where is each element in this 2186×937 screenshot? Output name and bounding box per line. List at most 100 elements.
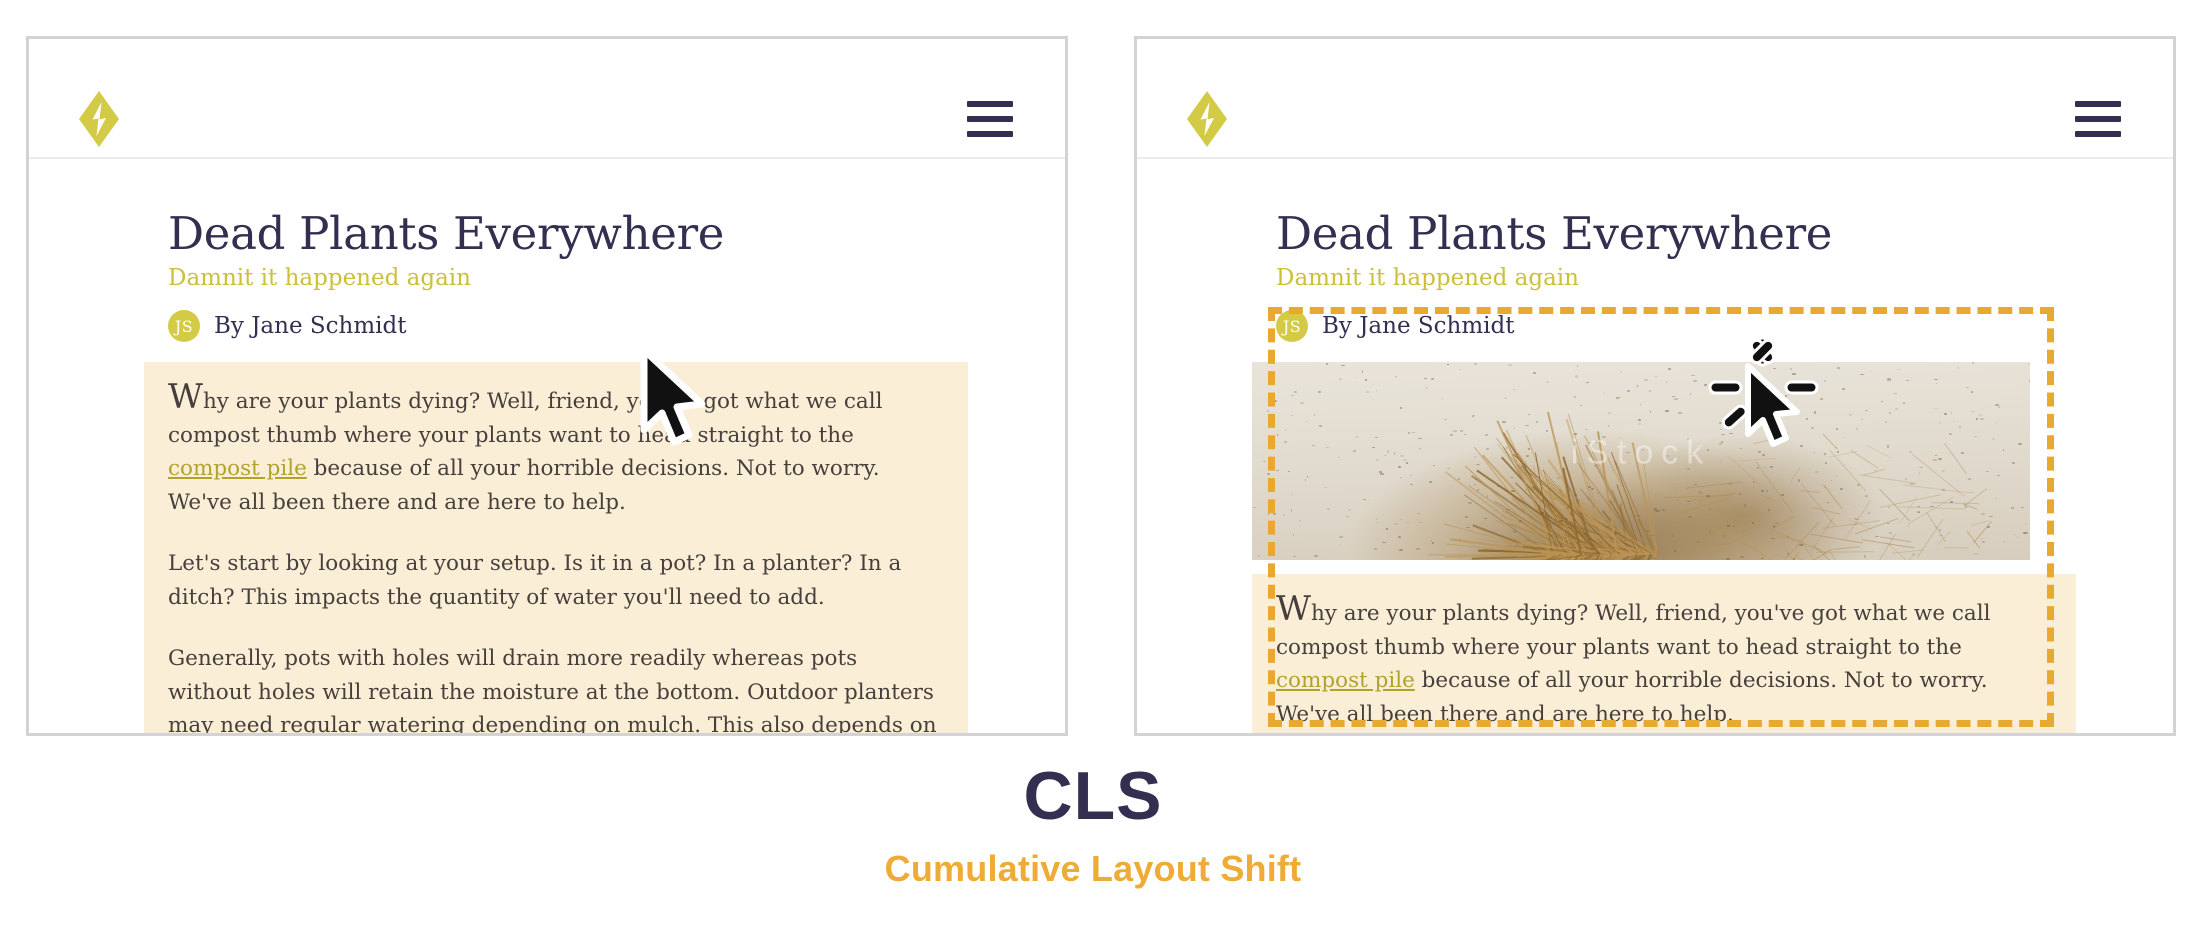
byline-author: By Jane Schmidt xyxy=(1322,313,1514,339)
avatar: JS xyxy=(1276,310,1308,342)
hamburger-bar xyxy=(967,116,1013,122)
diamond-bolt-logo-icon[interactable] xyxy=(79,91,119,147)
ground-speck xyxy=(1394,523,1397,525)
arrow-cursor-icon xyxy=(636,346,710,450)
ground-speck xyxy=(1781,494,1784,496)
browser-panel-after: Dead Plants Everywhere Damnit it happene… xyxy=(1134,36,2176,736)
ground-speck xyxy=(1968,478,1972,480)
compost-pile-link[interactable]: compost pile xyxy=(1276,668,1415,693)
ground-speck xyxy=(1801,544,1803,545)
hamburger-menu-icon[interactable] xyxy=(2075,101,2121,137)
ground-speck xyxy=(1474,363,1477,365)
ground-speck xyxy=(1646,530,1650,532)
ground-speck xyxy=(1591,488,1594,490)
ground-speck xyxy=(1376,522,1379,523)
ground-speck xyxy=(1513,389,1516,390)
ground-speck xyxy=(1484,518,1488,519)
ground-speck xyxy=(1897,369,1900,370)
ground-speck xyxy=(1339,536,1343,538)
paragraph: Generally, pots with holes will drain mo… xyxy=(168,642,944,736)
page-subtitle: Damnit it happened again xyxy=(1276,265,2153,293)
ground-speck xyxy=(1697,541,1699,543)
ground-speck xyxy=(1638,419,1641,421)
ground-speck xyxy=(1798,479,1800,481)
ground-speck xyxy=(1627,390,1630,392)
ground-speck xyxy=(1380,473,1384,475)
ground-speck xyxy=(1506,447,1508,449)
ground-speck xyxy=(1267,410,1269,412)
caption-expansion: Cumulative Layout Shift xyxy=(0,848,2186,890)
ground-speck xyxy=(1910,483,1914,485)
ground-speck xyxy=(1672,396,1675,397)
hero-image: iStock xyxy=(1252,362,2030,560)
ground-speck xyxy=(2011,507,2014,509)
ground-speck xyxy=(1541,512,1544,514)
ground-speck xyxy=(1961,452,1964,454)
site-header xyxy=(29,39,1065,159)
ground-speck xyxy=(1825,462,1827,464)
paragraph-text: hy are your plants dying? Well, friend, … xyxy=(1276,601,1991,660)
ground-speck xyxy=(1856,428,1858,430)
cls-illustration: Dead Plants Everywhere Damnit it happene… xyxy=(0,0,2186,937)
page-title: Dead Plants Everywhere xyxy=(1276,209,2153,259)
ground-speck xyxy=(1458,478,1461,480)
ground-speck xyxy=(1775,522,1779,524)
ground-speck xyxy=(1987,526,1990,528)
ground-speck xyxy=(1263,461,1265,462)
ground-speck xyxy=(1502,421,1506,423)
ground-speck xyxy=(1425,387,1427,389)
diamond-bolt-logo-icon[interactable] xyxy=(1187,91,1227,147)
ground-speck xyxy=(1861,419,1863,420)
ground-speck xyxy=(1919,467,1923,468)
ground-speck xyxy=(1842,388,1845,390)
ground-speck xyxy=(1291,415,1293,416)
ground-speck xyxy=(1431,378,1434,380)
ground-speck xyxy=(1267,473,1270,475)
ground-speck xyxy=(1729,482,1733,484)
ground-speck xyxy=(2029,380,2030,382)
ground-speck xyxy=(1574,396,1575,398)
ground-speck xyxy=(1895,408,1898,410)
hamburger-menu-icon[interactable] xyxy=(967,101,1013,137)
ground-speck xyxy=(1484,549,1485,551)
ground-speck xyxy=(1620,371,1622,373)
ground-speck xyxy=(1887,445,1889,447)
ground-speck xyxy=(1386,528,1387,530)
ground-speck xyxy=(1857,484,1860,486)
avatar: JS xyxy=(168,310,200,342)
ground-speck xyxy=(1551,523,1555,525)
ground-speck xyxy=(1459,539,1460,540)
ground-speck xyxy=(1398,466,1401,468)
ground-speck xyxy=(1740,556,1744,557)
caption-block: CLS Cumulative Layout Shift xyxy=(0,762,2186,890)
ground-speck xyxy=(1942,489,1944,491)
ground-speck xyxy=(1575,494,1576,496)
ground-speck xyxy=(1674,550,1676,552)
ground-speck xyxy=(1459,557,1460,558)
ground-speck xyxy=(1942,470,1945,472)
ground-speck xyxy=(2024,532,2028,534)
hamburger-bar xyxy=(967,131,1013,137)
ground-speck xyxy=(1912,554,1915,555)
ground-speck xyxy=(1652,557,1655,559)
byline-author: By Jane Schmidt xyxy=(214,313,406,339)
ground-speck xyxy=(1959,426,1961,428)
ground-speck xyxy=(1253,507,1256,508)
ground-speck xyxy=(1644,379,1647,381)
ground-speck xyxy=(1837,367,1840,369)
ground-speck xyxy=(1403,459,1407,461)
ground-speck xyxy=(1950,501,1953,503)
ground-speck xyxy=(1766,490,1768,492)
ground-speck xyxy=(1972,362,1974,363)
byline: JS By Jane Schmidt xyxy=(168,310,1045,342)
ground-speck xyxy=(1519,520,1522,522)
ground-speck xyxy=(1824,380,1826,381)
ground-speck xyxy=(1933,459,1937,460)
ground-speck xyxy=(1399,549,1403,551)
ground-speck xyxy=(1727,525,1730,527)
ground-speck xyxy=(1398,536,1401,538)
ground-speck xyxy=(1418,438,1422,439)
compost-pile-link[interactable]: compost pile xyxy=(168,456,307,481)
ground-speck xyxy=(1429,481,1432,482)
ground-speck xyxy=(1908,524,1909,526)
